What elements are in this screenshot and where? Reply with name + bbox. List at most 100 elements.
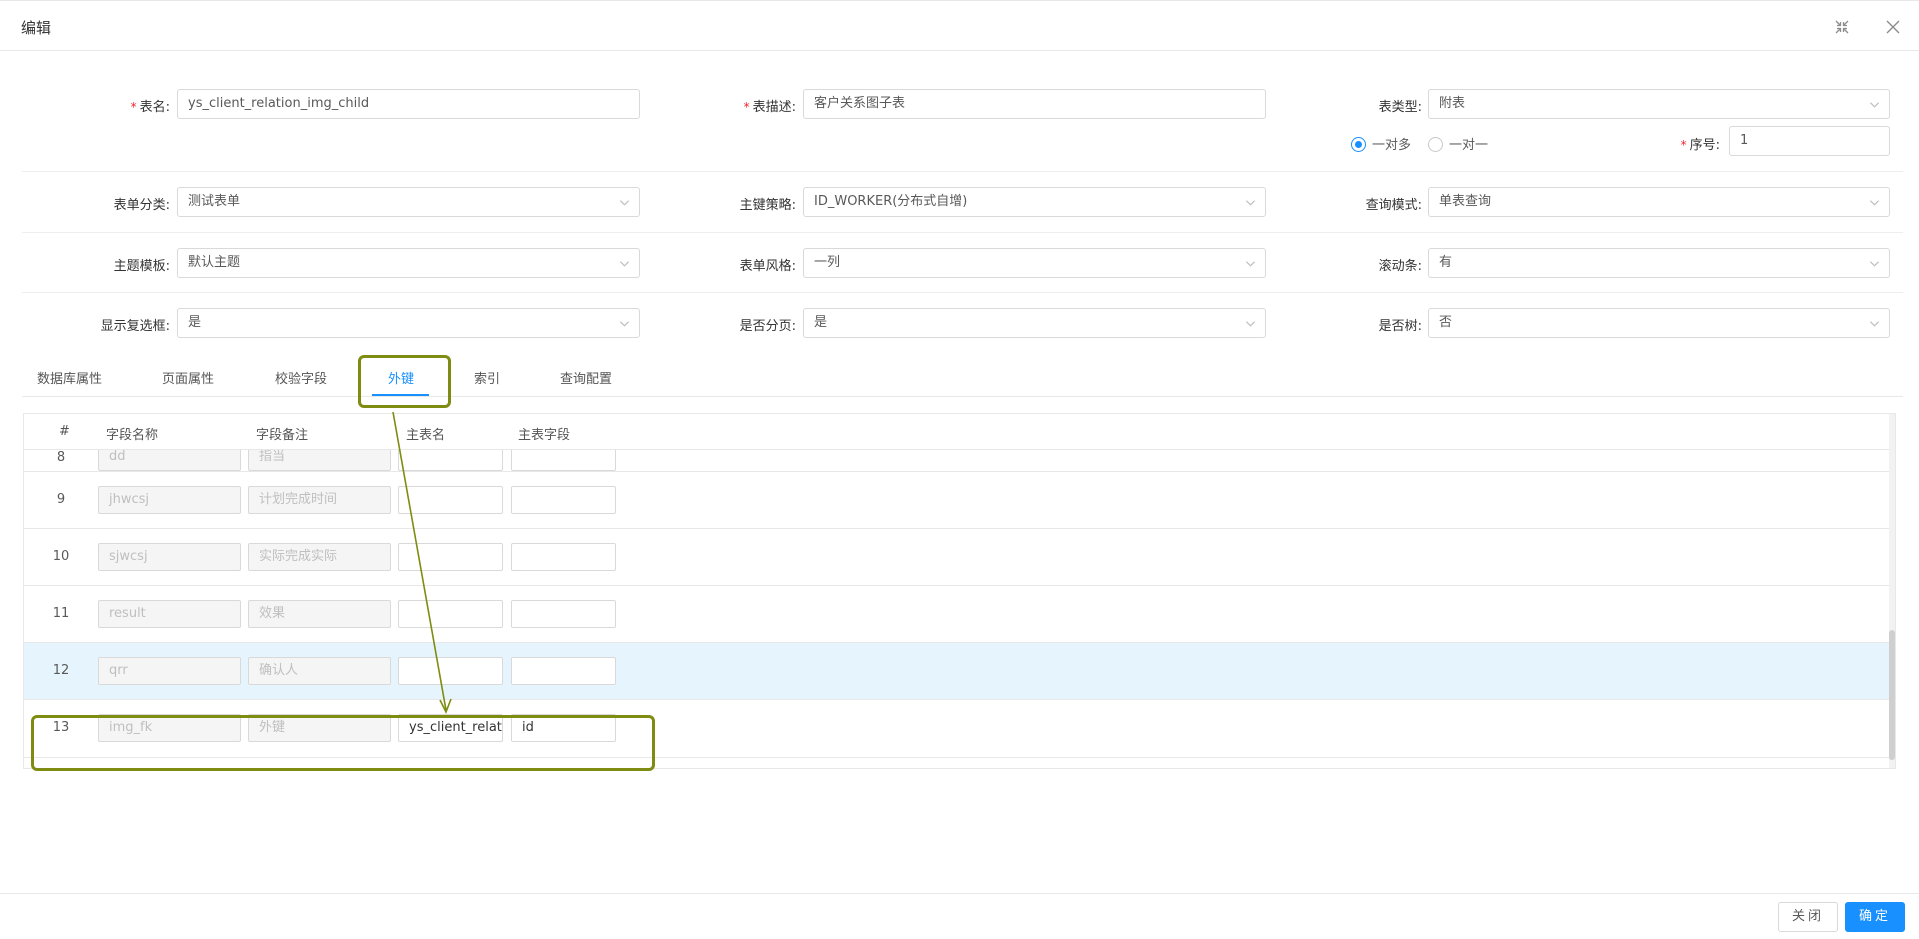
tab-indexes[interactable]: 索引	[474, 368, 500, 387]
form-style-select[interactable]: 一列	[803, 248, 1266, 278]
compress-icon[interactable]	[1833, 18, 1851, 36]
radio-dot	[1428, 137, 1443, 152]
scrollbar-select[interactable]: 有	[1428, 248, 1890, 278]
dialog-title: 编辑	[21, 19, 52, 37]
table-row[interactable]: 13 img_fk 外键 ys_client_relati id	[24, 700, 1895, 758]
radio-dot	[1351, 137, 1366, 152]
confirm-button[interactable]: 确定	[1845, 902, 1905, 932]
row-divider	[22, 232, 1903, 233]
main-field-input[interactable]	[511, 486, 616, 514]
chevron-down-icon	[1869, 318, 1880, 328]
table-row[interactable]: 8 dd 指当	[24, 450, 1895, 472]
main-table-input[interactable]	[398, 600, 503, 628]
field-remark-input: 外键	[248, 714, 391, 742]
table-scrollbar[interactable]	[1889, 414, 1895, 768]
main-field-input[interactable]	[511, 450, 616, 471]
show-checkbox-select[interactable]: 是	[177, 308, 640, 338]
field-name-input: img_fk	[98, 714, 241, 742]
table-desc-input[interactable]: 客户关系图子表	[803, 89, 1266, 119]
radio-one-to-many[interactable]: 一对多	[1351, 134, 1411, 153]
field-remark-input: 实际完成实际	[248, 543, 391, 571]
form-category-select[interactable]: 测试表单	[177, 187, 640, 217]
field-name-input: qrr	[98, 657, 241, 685]
query-mode-select[interactable]: 单表查询	[1428, 187, 1890, 217]
field-name-input: jhwcsj	[98, 486, 241, 514]
row-index: 8	[56, 450, 66, 465]
chevron-down-icon	[1869, 258, 1880, 268]
table-type-select[interactable]: 附表	[1428, 89, 1890, 119]
row-divider	[22, 171, 1903, 172]
main-table-input[interactable]	[398, 657, 503, 685]
main-table-input[interactable]	[398, 543, 503, 571]
row-index: 9	[56, 492, 66, 507]
chevron-down-icon	[1869, 197, 1880, 207]
main-field-input[interactable]	[511, 600, 616, 628]
close-icon[interactable]	[1884, 18, 1902, 36]
paginate-select[interactable]: 是	[803, 308, 1266, 338]
seq-input[interactable]: 1	[1729, 126, 1890, 156]
show-checkbox-label: 显示复选框:	[100, 319, 170, 334]
col-field-name-header: 字段名称	[106, 428, 159, 443]
row-index: 10	[52, 549, 70, 564]
seq-label: * 序号:	[1680, 138, 1720, 153]
footer-divider	[0, 893, 1919, 894]
pk-strategy-select[interactable]: ID_WORKER(分布式自增)	[803, 187, 1266, 217]
dialog-header: 编辑	[0, 0, 1919, 51]
scrollbar-label: 滚动条:	[1378, 259, 1422, 274]
table-row[interactable]: 10 sjwcsj 实际完成实际	[24, 529, 1895, 586]
query-mode-label: 查询模式:	[1365, 198, 1422, 213]
tab-validation-fields[interactable]: 校验字段	[275, 368, 327, 387]
table-row[interactable]: 11 result 效果	[24, 586, 1895, 643]
col-index-header: #	[59, 424, 70, 439]
pk-strategy-label: 主键策略:	[739, 198, 796, 213]
field-remark-input: 指当	[248, 450, 391, 471]
theme-template-label: 主题模板:	[113, 259, 170, 274]
main-table-input[interactable]	[398, 486, 503, 514]
table-row[interactable]: 9 jhwcsj 计划完成时间	[24, 472, 1895, 529]
row-index: 12	[52, 663, 70, 678]
close-button[interactable]: 关闭	[1778, 902, 1838, 932]
row-divider	[22, 292, 1903, 293]
form-category-label: 表单分类:	[113, 198, 170, 213]
is-tree-select[interactable]: 否	[1428, 308, 1890, 338]
main-field-input[interactable]: id	[511, 714, 616, 742]
chevron-down-icon	[1869, 99, 1880, 109]
tabs-divider	[22, 396, 1903, 397]
field-remark-input: 计划完成时间	[248, 486, 391, 514]
chevron-down-icon	[1245, 258, 1256, 268]
foreign-key-table: # 字段名称 字段备注 主表名 主表字段 8 dd 指当 9 jhwcsj 计划…	[23, 413, 1896, 769]
radio-one-to-one[interactable]: 一对一	[1428, 134, 1488, 153]
field-name-input: result	[98, 600, 241, 628]
chevron-down-icon	[619, 258, 630, 268]
table-type-label: 表类型:	[1378, 100, 1422, 115]
tab-page-properties[interactable]: 页面属性	[162, 368, 214, 387]
col-field-remark-header: 字段备注	[256, 428, 309, 443]
form-style-label: 表单风格:	[739, 259, 796, 274]
tab-foreign-keys[interactable]: 外键	[388, 368, 414, 387]
field-name-input: sjwcsj	[98, 543, 241, 571]
table-row[interactable]: 12 qrr 确认人	[24, 643, 1895, 700]
chevron-down-icon	[1245, 318, 1256, 328]
paginate-label: 是否分页:	[739, 319, 796, 334]
main-field-input[interactable]	[511, 543, 616, 571]
table-name-input[interactable]: ys_client_relation_img_child	[177, 89, 640, 119]
row-index: 11	[52, 606, 70, 621]
field-name-input: dd	[98, 450, 241, 471]
main-field-input[interactable]	[511, 657, 616, 685]
is-tree-label: 是否树:	[1378, 319, 1422, 334]
scrollbar-thumb[interactable]	[1889, 630, 1895, 760]
chevron-down-icon	[1245, 197, 1256, 207]
chevron-down-icon	[619, 197, 630, 207]
table-header: # 字段名称 字段备注 主表名 主表字段	[24, 414, 1895, 450]
row-index: 13	[52, 720, 70, 735]
col-main-table-header: 主表名	[406, 428, 446, 443]
theme-template-select[interactable]: 默认主题	[177, 248, 640, 278]
col-main-field-header: 主表字段	[518, 428, 571, 443]
table-desc-label: * 表描述:	[743, 100, 796, 115]
main-table-input[interactable]	[398, 450, 503, 471]
main-table-input[interactable]: ys_client_relati	[398, 714, 503, 742]
field-remark-input: 确认人	[248, 657, 391, 685]
tab-db-properties[interactable]: 数据库属性	[37, 368, 102, 387]
tab-query-config[interactable]: 查询配置	[560, 368, 612, 387]
field-remark-input: 效果	[248, 600, 391, 628]
